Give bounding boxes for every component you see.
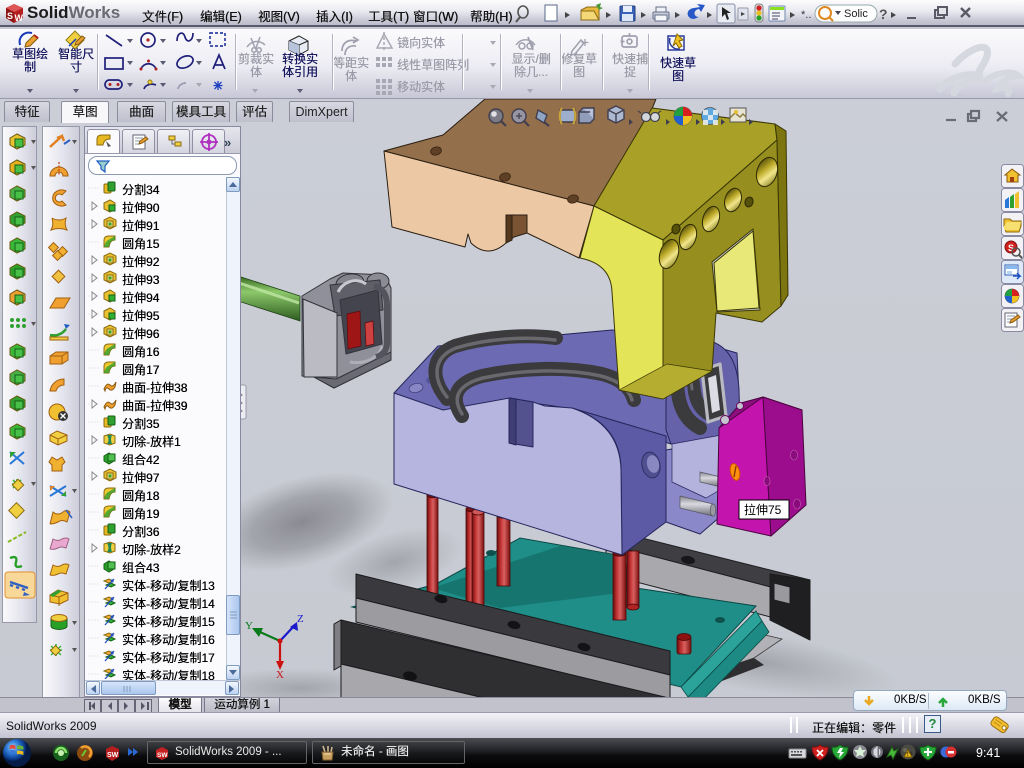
svg-text:SW: SW <box>107 752 119 759</box>
svg-text:?: ? <box>879 6 888 22</box>
svg-text:X: X <box>276 669 284 681</box>
svg-text:Solic: Solic <box>844 8 868 20</box>
svg-text:S: S <box>1008 243 1014 253</box>
svg-text:拉伸75: 拉伸75 <box>744 502 782 517</box>
svg-text:Z: Z <box>297 613 304 625</box>
svg-text:Y: Y <box>245 620 253 632</box>
svg-text:W: W <box>15 13 24 23</box>
svg-text:*..: *.. <box>801 9 811 21</box>
svg-text:SW: SW <box>157 752 168 759</box>
svg-text:S: S <box>7 11 13 21</box>
